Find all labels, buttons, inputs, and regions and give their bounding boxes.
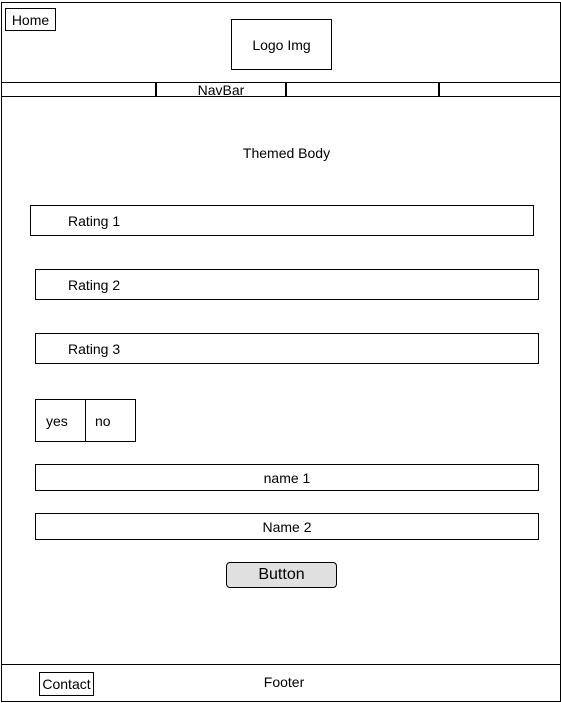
navbar-label[interactable]: NavBar [157, 82, 285, 98]
navbar-divider [438, 82, 440, 97]
contact-button[interactable]: Contact [39, 672, 94, 696]
rating-field-3[interactable]: Rating 3 [35, 333, 539, 364]
home-button[interactable]: Home [5, 8, 56, 31]
yes-option[interactable]: yes [35, 399, 86, 442]
navbar-divider [285, 82, 287, 97]
footer-top-border [1, 664, 561, 665]
submit-button[interactable]: Button [226, 562, 337, 588]
no-option[interactable]: no [85, 399, 136, 442]
rating-field-1[interactable]: Rating 1 [30, 205, 534, 236]
rating-field-2[interactable]: Rating 2 [35, 269, 539, 300]
name-field-1[interactable]: name 1 [35, 464, 539, 491]
footer-label: Footer [263, 674, 305, 690]
name-field-2[interactable]: Name 2 [35, 513, 539, 540]
body-title: Themed Body [242, 145, 331, 161]
logo-image: Logo Img [231, 19, 332, 70]
